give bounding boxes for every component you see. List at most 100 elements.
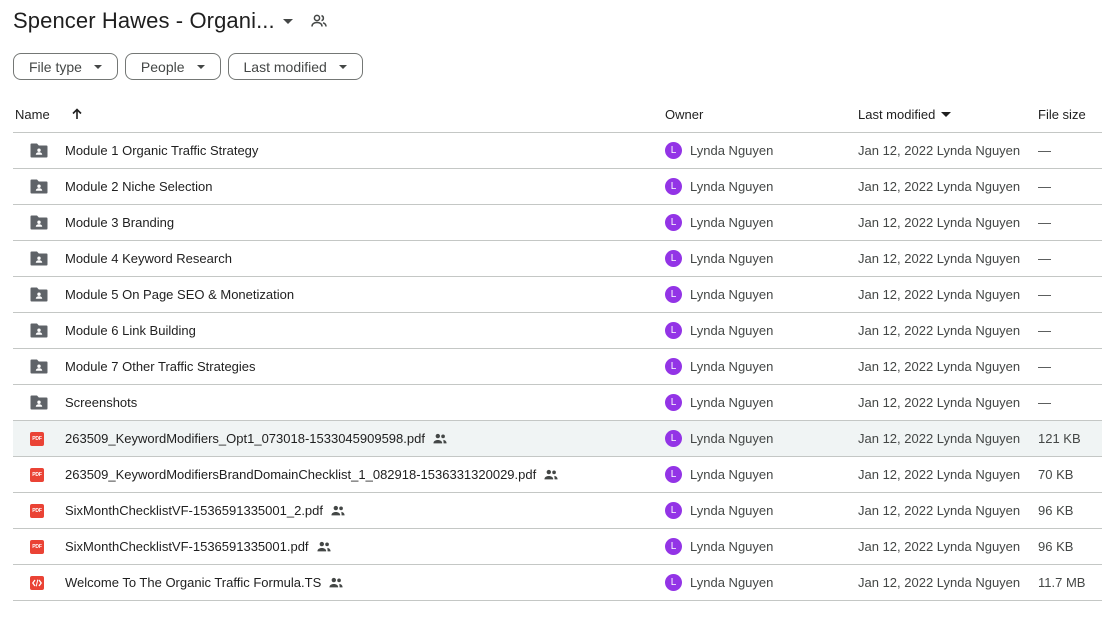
file-row[interactable]: Welcome To The Organic Traffic Formula.T… — [13, 565, 1102, 601]
file-size-cell: 121 KB — [1038, 431, 1081, 446]
last-modified-cell: Jan 12, 2022 Lynda Nguyen — [858, 467, 1021, 482]
file-size-cell: — — [1038, 215, 1051, 230]
file-size-cell: — — [1038, 323, 1051, 338]
last-modified-column-header[interactable]: Last modified — [858, 96, 952, 132]
file-row[interactable]: Module 7 Other Traffic Strategies L Lynda … — [13, 349, 1102, 385]
file-size-cell: 70 KB — [1038, 467, 1074, 482]
owner-name: Lynda Nguyen — [690, 359, 774, 374]
file-type-filter[interactable]: File type — [13, 53, 118, 80]
file-name: Module 1 Organic Traffic Strategy — [65, 143, 259, 158]
owner-cell: L Lynda Nguyen — [665, 277, 773, 312]
pdf-icon: PDF — [30, 493, 44, 528]
chevron-down-icon — [93, 64, 102, 69]
shared-folder-icon — [30, 349, 48, 384]
shared-folder-icon — [30, 205, 48, 240]
avatar: L — [665, 358, 682, 375]
pdf-icon: PDF — [30, 421, 44, 456]
owner-cell: L Lynda Nguyen — [665, 493, 773, 528]
owner-cell: L Lynda Nguyen — [665, 457, 773, 492]
avatar: L — [665, 466, 682, 483]
people-icon — [316, 541, 331, 552]
file-row[interactable]: PDF 263509_KeywordModifiersBrandDomainChe… — [13, 457, 1102, 493]
owner-cell: L Lynda Nguyen — [665, 169, 773, 204]
last-modified-column-label: Last modified — [858, 106, 936, 122]
file-row[interactable]: Module 1 Organic Traffic Strategy L Lynda … — [13, 133, 1102, 169]
title-dropdown-icon[interactable] — [282, 18, 293, 24]
file-name: Module 7 Other Traffic Strategies — [65, 359, 256, 374]
last-modified-cell: Jan 12, 2022 Lynda Nguyen — [858, 539, 1021, 554]
file-name-cell[interactable]: SixMonthChecklistVF-1536591335001.pdf — [65, 529, 331, 564]
file-row[interactable]: PDF SixMonthChecklistVF-1536591335001.pdf… — [13, 529, 1102, 565]
shared-folder-icon — [30, 133, 48, 168]
people-icon — [331, 505, 345, 516]
people-filter-label: People — [140, 58, 185, 75]
file-name-cell[interactable]: SixMonthChecklistVF-1536591335001_2.pdf — [65, 493, 345, 528]
file-name: Module 2 Niche Selection — [65, 179, 213, 194]
file-size-cell: — — [1038, 251, 1051, 266]
file-name: Welcome To The Organic Traffic Formula.T… — [65, 575, 322, 590]
file-name-cell[interactable]: Module 2 Niche Selection — [65, 169, 212, 204]
arrow-up-icon[interactable] — [71, 108, 83, 120]
avatar: L — [665, 322, 682, 339]
file-row[interactable]: Module 6 Link Building L Lynda Nguyen Jan 1… — [13, 313, 1102, 349]
last-modified-filter[interactable]: Last modified — [227, 53, 363, 80]
file-list-header: Name Owner Last modified File size — [13, 96, 1102, 133]
avatar: L — [665, 502, 682, 519]
pdf-icon: PDF — [30, 529, 44, 564]
file-name-cell[interactable]: 263509_KeywordModifiersBrandDomainCheckl… — [65, 457, 558, 492]
filter-bar: File type People Last modified — [13, 53, 363, 80]
avatar: L — [665, 538, 682, 555]
people-icon — [433, 433, 447, 444]
file-name-cell[interactable]: Module 4 Keyword Research — [65, 241, 232, 276]
last-modified-cell: Jan 12, 2022 Lynda Nguyen — [858, 251, 1021, 266]
file-name-cell[interactable]: Welcome To The Organic Traffic Formula.T… — [65, 565, 343, 600]
file-row[interactable]: Module 3 Branding L Lynda Nguyen Jan 12, 20… — [13, 205, 1102, 241]
owner-name: Lynda Nguyen — [690, 251, 774, 266]
file-name: 263509_KeywordModifiers_Opt1_073018-1533… — [65, 431, 425, 446]
owner-cell: L Lynda Nguyen — [665, 565, 773, 600]
file-name-cell[interactable]: Module 7 Other Traffic Strategies — [65, 349, 256, 384]
avatar: L — [665, 214, 682, 231]
file-size-cell: 96 KB — [1038, 539, 1074, 554]
folder-title[interactable]: Spencer Hawes - Organi... — [13, 8, 275, 34]
file-list: Name Owner Last modified File size Modul… — [13, 96, 1102, 601]
people-filter[interactable]: People — [124, 53, 221, 80]
file-name: Module 6 Link Building — [65, 323, 196, 338]
file-row[interactable]: Module 2 Niche Selection L Lynda Nguyen Jan… — [13, 169, 1102, 205]
last-modified-cell: Jan 12, 2022 Lynda Nguyen — [858, 287, 1021, 302]
file-row[interactable]: Module 5 On Page SEO & Monetization L Lynd… — [13, 277, 1102, 313]
file-row[interactable]: Screenshots L Lynda Nguyen Jan 12, 2022 Lyn… — [13, 385, 1102, 421]
avatar: L — [665, 286, 682, 303]
file-row[interactable]: Module 4 Keyword Research L Lynda Nguyen Ja… — [13, 241, 1102, 277]
file-row[interactable]: PDF SixMonthChecklistVF-1536591335001_2.p… — [13, 493, 1102, 529]
file-size-cell: — — [1038, 359, 1051, 374]
file-size-cell: — — [1038, 143, 1051, 158]
owner-column-header[interactable]: Owner — [665, 96, 703, 132]
people-icon — [329, 577, 343, 588]
owner-cell: L Lynda Nguyen — [665, 385, 773, 420]
owner-name: Lynda Nguyen — [690, 395, 774, 410]
file-name-cell[interactable]: 263509_KeywordModifiers_Opt1_073018-1533… — [65, 421, 447, 456]
last-modified-cell: Jan 12, 2022 Lynda Nguyen — [858, 503, 1021, 518]
sort-down-icon — [941, 111, 952, 117]
avatar: L — [665, 394, 682, 411]
owner-name: Lynda Nguyen — [690, 539, 774, 554]
file-size-column-header[interactable]: File size — [1038, 96, 1086, 132]
file-name: Module 4 Keyword Research — [65, 251, 232, 266]
owner-name: Lynda Nguyen — [690, 323, 774, 338]
owner-cell: L Lynda Nguyen — [665, 349, 773, 384]
file-name-cell[interactable]: Module 1 Organic Traffic Strategy — [65, 133, 258, 168]
file-size-cell: — — [1038, 395, 1051, 410]
avatar: L — [665, 574, 682, 591]
owner-name: Lynda Nguyen — [690, 179, 774, 194]
owner-name: Lynda Nguyen — [690, 575, 774, 590]
shared-people-icon[interactable] — [310, 14, 327, 28]
chevron-down-icon — [338, 64, 347, 69]
file-name: Screenshots — [65, 395, 138, 410]
file-name-cell[interactable]: Screenshots — [65, 385, 137, 420]
name-column-header[interactable]: Name — [15, 96, 83, 132]
file-name-cell[interactable]: Module 6 Link Building — [65, 313, 196, 348]
file-name-cell[interactable]: Module 3 Branding — [65, 205, 174, 240]
file-name-cell[interactable]: Module 5 On Page SEO & Monetization — [65, 277, 294, 312]
file-row[interactable]: PDF 263509_KeywordModifiers_Opt1_073018-1… — [13, 421, 1102, 457]
